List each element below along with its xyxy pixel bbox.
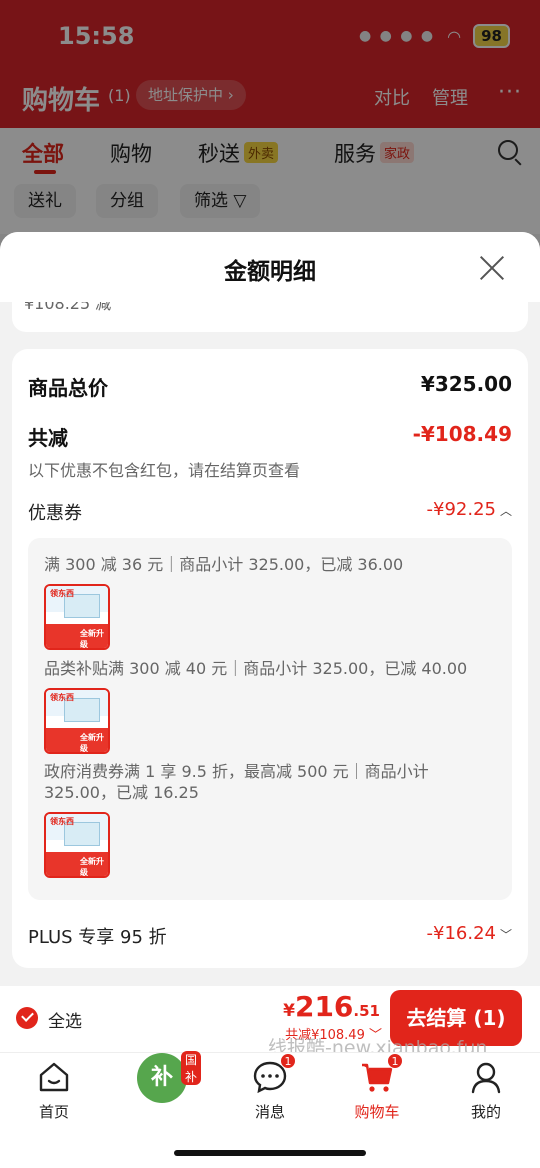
home-indicator xyxy=(174,1150,366,1156)
coupon-line: 品类补贴满 300 减 40 元｜商品小计 325.00，已减 40.00 xyxy=(44,659,468,678)
message-icon: 1 xyxy=(252,1053,296,1095)
plus-discount-label: PLUS 专享 95 折 xyxy=(28,927,167,948)
message-badge: 1 xyxy=(280,1053,296,1069)
nav-mine-label: 我的 xyxy=(470,1103,501,1121)
sheet-title: 金额明细 xyxy=(224,259,316,285)
plus-discount-value: -¥16.24 xyxy=(426,923,496,944)
price-breakdown-card: 商品总价 ¥325.00 共减 -¥108.49 以下优惠不包含红包，请在结算页… xyxy=(12,349,528,968)
coupon-row[interactable]: 优惠券 -¥92.25 ︿ xyxy=(28,499,512,527)
coupon-detail-box: 满 300 减 36 元｜商品小计 325.00，已减 36.00 领东西 全新… xyxy=(28,538,512,900)
chevron-up-icon: ︿ xyxy=(499,504,512,518)
nav-cart[interactable]: 1 购物车 xyxy=(337,1053,417,1122)
product-thumbnail: 领东西 全新升级 xyxy=(44,812,110,878)
nav-mine[interactable]: 我的 xyxy=(446,1059,526,1122)
gov-subsidy-icon: 补 国补 xyxy=(137,1051,202,1103)
select-all-label[interactable]: 全选 xyxy=(48,1007,82,1032)
close-icon[interactable] xyxy=(478,254,506,282)
discount-label: 共减 xyxy=(28,426,68,450)
goods-total-row: 商品总价 ¥325.00 xyxy=(28,372,512,402)
thumb-banner: 全新升级 xyxy=(80,733,104,753)
thumb-banner: 全新升级 xyxy=(80,857,104,877)
coupon-label: 优惠券 xyxy=(28,503,82,524)
nav-gov-subsidy[interactable]: 补 国补 xyxy=(122,1051,202,1103)
nav-home[interactable]: 首页 xyxy=(14,1059,94,1122)
product-thumbnail: 领东西 全新升级 xyxy=(44,584,110,650)
chevron-down-icon: ﹀ xyxy=(499,928,512,942)
nav-messages-label: 消息 xyxy=(254,1103,285,1121)
amount-detail-sheet: ¥108.25 减 金额明细 商品总价 ¥325.00 共减 -¥108.49 … xyxy=(0,232,540,986)
discount-value: -¥108.49 xyxy=(412,422,512,446)
coupon-line: 政府消费券满 1 享 9.5 折，最高减 500 元｜商品小计 325.00，已… xyxy=(44,762,429,802)
cart-icon: 1 xyxy=(359,1053,403,1095)
sheet-header: 金额明细 xyxy=(0,232,540,302)
plus-discount-row[interactable]: PLUS 专享 95 折 -¥16.24 ﹀ xyxy=(28,923,512,951)
goods-total-value: ¥325.00 xyxy=(420,372,512,396)
home-icon xyxy=(36,1059,72,1095)
thumb-brand: 领东西 xyxy=(50,693,74,702)
coupon-line: 满 300 减 36 元｜商品小计 325.00，已减 36.00 xyxy=(44,555,404,574)
thumb-brand: 领东西 xyxy=(50,589,74,598)
nav-cart-label: 购物车 xyxy=(354,1103,400,1121)
gov-subsidy-tag: 国补 xyxy=(181,1051,202,1085)
thumb-banner: 全新升级 xyxy=(80,629,104,649)
cart-badge: 1 xyxy=(387,1053,403,1069)
total-price: ¥216.51 xyxy=(283,990,380,1023)
select-all-checkbox[interactable] xyxy=(16,1007,38,1029)
product-thumbnail: 领东西 全新升级 xyxy=(44,688,110,754)
coupon-value: -¥92.25 xyxy=(426,499,496,520)
profile-icon xyxy=(468,1059,504,1095)
discount-row: 共减 -¥108.49 xyxy=(28,422,512,452)
discount-note: 以下优惠不包含红包，请在结算页查看 xyxy=(28,461,301,480)
nav-messages[interactable]: 1 消息 xyxy=(230,1053,310,1122)
nav-home-label: 首页 xyxy=(38,1103,69,1121)
thumb-brand: 领东西 xyxy=(50,817,74,826)
goods-total-label: 商品总价 xyxy=(28,376,108,400)
